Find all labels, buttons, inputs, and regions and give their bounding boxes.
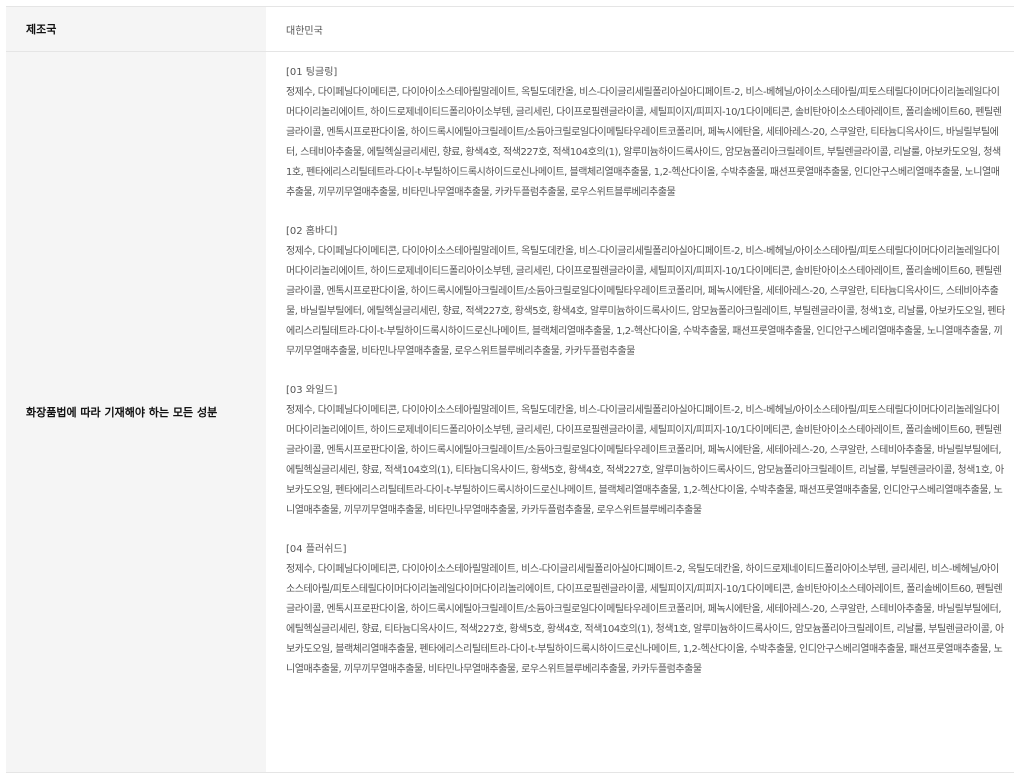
row-value-ingredients: [01 팅글링] 정제수, 다이페닐다이메티콘, 다이아이소스테아릴말레이트, … [266, 52, 1014, 772]
section-title: [04 플러쉬드] [286, 544, 347, 555]
section-title: [01 팅글링] [286, 67, 338, 78]
ingredient-section: [02 홈바디] 정제수, 다이페닐다이메티콘, 다이아이소스테아릴말레이트, … [286, 222, 1006, 362]
ingredient-section: [03 와일드] 정제수, 다이페닐다이메티콘, 다이아이소스테아릴말레이트, … [286, 381, 1006, 521]
section-body: 정제수, 다이페닐다이메티콘, 다이아이소스테아릴말레이트, 옥틸도데칸올, 비… [286, 87, 1002, 198]
row-label-country: 제조국 [6, 7, 266, 51]
row-label-ingredients: 화장품법에 따라 기재해야 하는 모든 성분 [6, 52, 266, 772]
section-body: 정제수, 다이페닐다이메티콘, 다이아이소스테아릴말레이트, 옥틸도데칸올, 비… [286, 405, 1004, 516]
table-row: 화장품법에 따라 기재해야 하는 모든 성분 [01 팅글링] 정제수, 다이페… [6, 52, 1014, 773]
ingredient-section: [01 팅글링] 정제수, 다이페닐다이메티콘, 다이아이소스테아릴말레이트, … [286, 63, 1006, 203]
table-row: 제조국 대한민국 [6, 7, 1014, 52]
ingredient-section: [04 플러쉬드] 정제수, 다이페닐다이메티콘, 다이아이소스테아릴말레이트,… [286, 540, 1006, 680]
section-body: 정제수, 다이페닐다이메티콘, 다이아이소스테아릴말레이트, 옥틸도데칸올, 비… [286, 246, 1005, 357]
section-body: 정제수, 다이페닐다이메티콘, 다이아이소스테아릴말레이트, 비스-다이글리세릴… [286, 564, 1004, 675]
product-info-table: 제조국 대한민국 화장품법에 따라 기재해야 하는 모든 성분 [01 팅글링]… [6, 6, 1014, 773]
row-value-country: 대한민국 [286, 25, 323, 37]
section-title: [03 와일드] [286, 385, 338, 396]
section-title: [02 홈바디] [286, 226, 338, 237]
